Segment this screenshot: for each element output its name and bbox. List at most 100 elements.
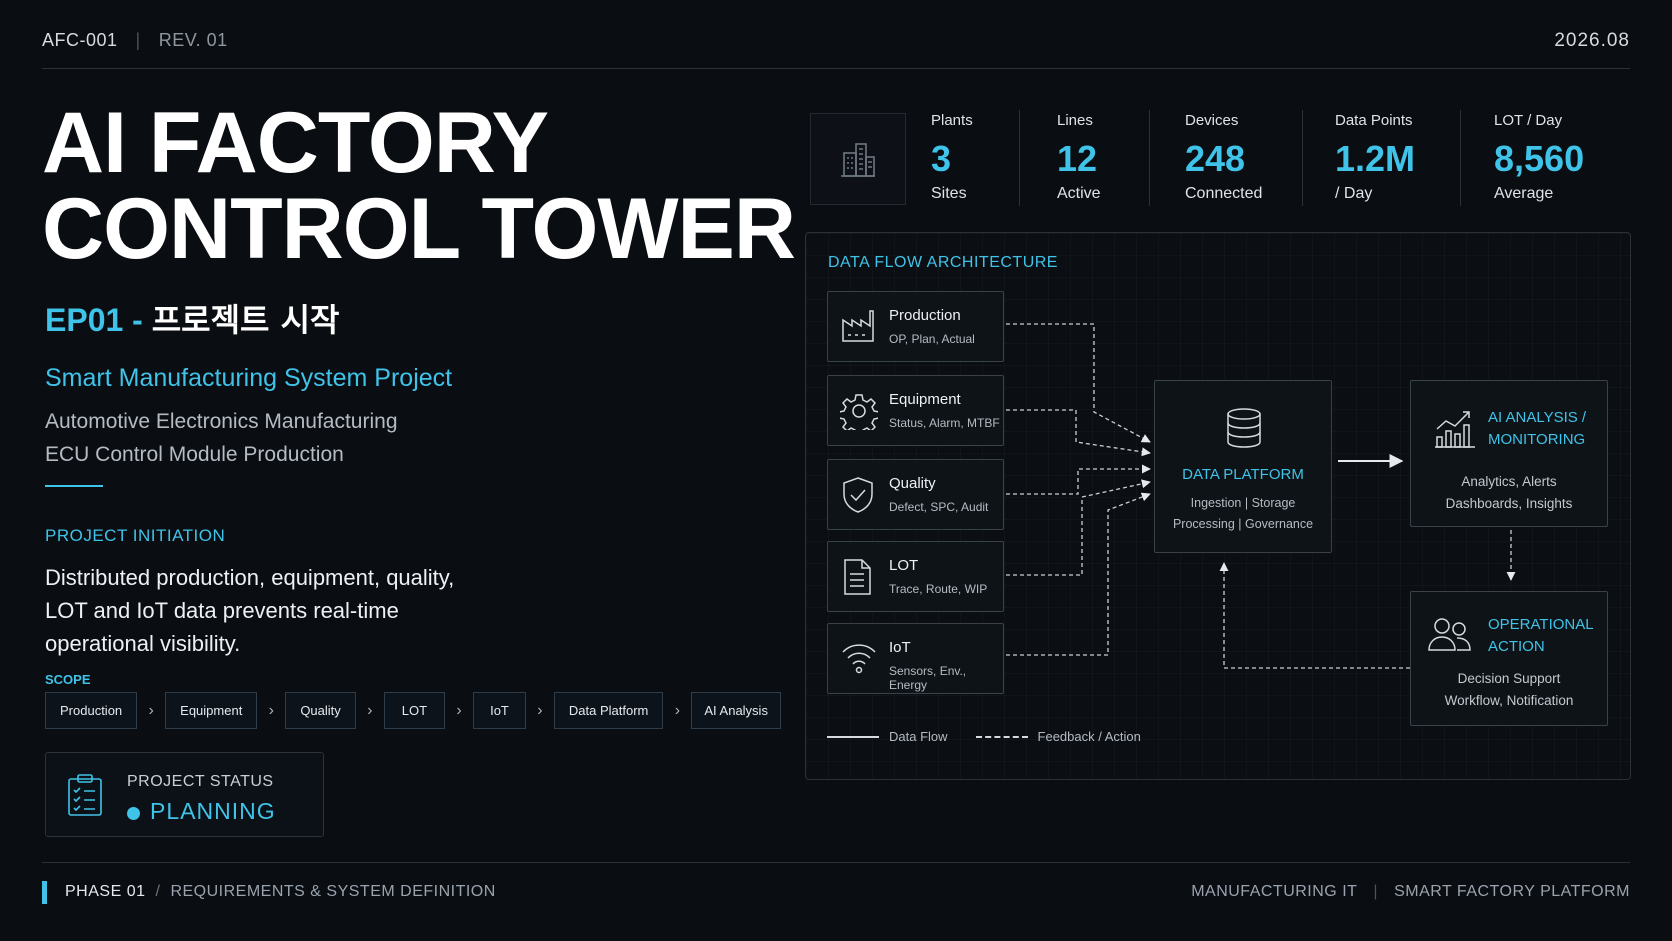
clipboard-checklist-icon: [66, 773, 104, 822]
scope-flow: Production › Equipment › Quality › LOT ›…: [45, 692, 781, 729]
stat-key: Data Points: [1335, 112, 1413, 129]
source-desc: Sensors, Env., Energy: [889, 664, 967, 692]
initiation-label: PROJECT INITIATION: [45, 526, 226, 545]
stat-key: Lines: [1057, 112, 1093, 129]
stat-divider: [1302, 110, 1303, 206]
action-desc-line-2: Workflow, Notification: [1444, 693, 1574, 708]
doc-id: AFC-001: [42, 30, 118, 50]
legend-dashed-label: Feedback / Action: [1037, 729, 1141, 744]
source-name: LOT: [889, 557, 919, 574]
stat-divider: [1149, 110, 1150, 206]
footer-divider: |: [1373, 883, 1379, 900]
action-desc-line-1: Decision Support: [1457, 671, 1561, 686]
scope-chip-lot[interactable]: LOT: [383, 692, 446, 729]
building-icon: [810, 113, 906, 205]
source-desc: Defect, SPC, Audit: [889, 500, 989, 514]
chevron-right-icon: ›: [537, 701, 543, 719]
stat-value: 12: [1057, 138, 1098, 179]
action-title: OPERATIONAL ACTION: [1488, 614, 1594, 658]
stat-unit: / Day: [1335, 185, 1373, 202]
stat-divider: [1460, 110, 1461, 206]
wifi-icon: [840, 640, 878, 681]
scope-chip-equipment[interactable]: Equipment: [165, 692, 258, 729]
gear-icon: [838, 392, 880, 436]
header-date: 2026.08: [1554, 30, 1630, 51]
phase-description: REQUIREMENTS & SYSTEM DEFINITION: [170, 883, 496, 900]
data-platform-node[interactable]: DATA PLATFORM Ingestion | Storage Proces…: [1154, 380, 1332, 553]
ai-desc: Analytics, Alerts Dashboards, Insights: [1411, 471, 1607, 515]
project-status-card: PROJECT STATUS PLANNING: [45, 752, 324, 837]
source-lot[interactable]: LOT Trace, Route, WIP: [827, 541, 1004, 612]
stat-lines: Lines 12 Active: [1057, 112, 1101, 203]
scope-chip-data-platform[interactable]: Data Platform: [553, 692, 664, 729]
header-divider: |: [135, 30, 141, 50]
stat-unit: Average: [1494, 185, 1554, 202]
source-name: IoT: [889, 639, 911, 656]
scope-label: SCOPE: [45, 672, 91, 687]
ai-title-line-1: AI ANALYSIS /: [1488, 409, 1587, 426]
stat-unit: Sites: [931, 185, 967, 202]
stat-lot-per-day: LOT / Day 8,560 Average: [1494, 112, 1584, 203]
chevron-right-icon: ›: [268, 701, 274, 719]
stat-devices: Devices 248 Connected: [1185, 112, 1262, 203]
chevron-right-icon: ›: [674, 701, 681, 719]
scope-chip-production[interactable]: Production: [45, 692, 138, 729]
scope-chip-ai-analysis[interactable]: AI Analysis: [691, 692, 781, 729]
source-iot[interactable]: IoT Sensors, Env., Energy: [827, 623, 1004, 694]
footer-accent-bar: [42, 881, 47, 904]
platform-line-1: Ingestion | Storage: [1190, 496, 1296, 510]
source-production[interactable]: Production OP, Plan, Actual: [827, 291, 1004, 362]
stat-divider: [1019, 110, 1020, 206]
source-name: Quality: [889, 475, 936, 492]
scope-chip-quality[interactable]: Quality: [285, 692, 356, 729]
stat-value: 1.2M: [1335, 138, 1416, 179]
source-quality[interactable]: Quality Defect, SPC, Audit: [827, 459, 1004, 530]
status-label: PROJECT STATUS: [127, 773, 274, 790]
initiation-line-3: operational visibility.: [45, 631, 241, 656]
header-left: AFC-001 | REV. 01: [42, 30, 228, 51]
source-desc: Status, Alarm, MTBF: [889, 416, 1000, 430]
episode-code: EP01 -: [45, 302, 152, 338]
action-title-line-1: OPERATIONAL: [1488, 616, 1594, 633]
source-equipment[interactable]: Equipment Status, Alarm, MTBF: [827, 375, 1004, 446]
platform-title: DATA PLATFORM: [1182, 466, 1304, 483]
action-title-line-2: ACTION: [1488, 638, 1545, 655]
factory-icon: [840, 308, 876, 349]
stat-value: 3: [931, 138, 952, 179]
ai-title: AI ANALYSIS / MONITORING: [1488, 407, 1586, 451]
project-description: Automotive Electronics Manufacturing ECU…: [45, 405, 398, 471]
footer-right: MANUFACTURING IT | SMART FACTORY PLATFORM: [1191, 883, 1630, 901]
chevron-right-icon: ›: [456, 701, 462, 719]
stat-plants: Plants 3 Sites: [931, 112, 973, 203]
analytics-chart-icon: [1433, 409, 1477, 454]
project-name: Smart Manufacturing System Project: [45, 364, 453, 392]
users-icon: [1427, 616, 1473, 659]
description-line-1: Automotive Electronics Manufacturing: [45, 410, 398, 433]
ai-desc-line-1: Analytics, Alerts: [1461, 474, 1557, 489]
chevron-right-icon: ›: [367, 701, 373, 719]
footer-rule: [42, 862, 1630, 863]
architecture-title: DATA FLOW ARCHITECTURE: [828, 254, 1058, 271]
platform-line-2: Processing | Governance: [1172, 517, 1314, 531]
legend-dashed-line: [975, 735, 1028, 738]
episode-title: EP01 - 프로젝트 시작: [45, 295, 340, 341]
initiation-line-1: Distributed production, equipment, quali…: [45, 565, 455, 590]
stat-key: LOT / Day: [1494, 112, 1563, 129]
operational-action-node[interactable]: OPERATIONAL ACTION Decision Support Work…: [1410, 591, 1608, 726]
source-desc: Trace, Route, WIP: [889, 582, 988, 596]
stat-key: Plants: [931, 112, 973, 129]
description-line-2: ECU Control Module Production: [45, 443, 344, 466]
episode-korean: 프로젝트 시작: [151, 301, 340, 339]
footer-slash: /: [155, 883, 161, 900]
accent-divider: [45, 485, 103, 487]
stat-key: Devices: [1185, 112, 1239, 129]
initiation-line-2: LOT and IoT data prevents real-time: [45, 598, 399, 623]
ai-analysis-node[interactable]: AI ANALYSIS / MONITORING Analytics, Aler…: [1410, 380, 1608, 527]
initiation-text: Distributed production, equipment, quali…: [45, 561, 485, 660]
footer-right-2: SMART FACTORY PLATFORM: [1394, 883, 1630, 900]
flow-legend: Data Flow Feedback / Action: [827, 729, 1141, 744]
scope-chip-iot[interactable]: IoT: [473, 692, 526, 729]
revision: REV. 01: [158, 30, 228, 50]
phase-label: PHASE 01: [65, 883, 146, 900]
ai-title-line-2: MONITORING: [1488, 431, 1586, 448]
